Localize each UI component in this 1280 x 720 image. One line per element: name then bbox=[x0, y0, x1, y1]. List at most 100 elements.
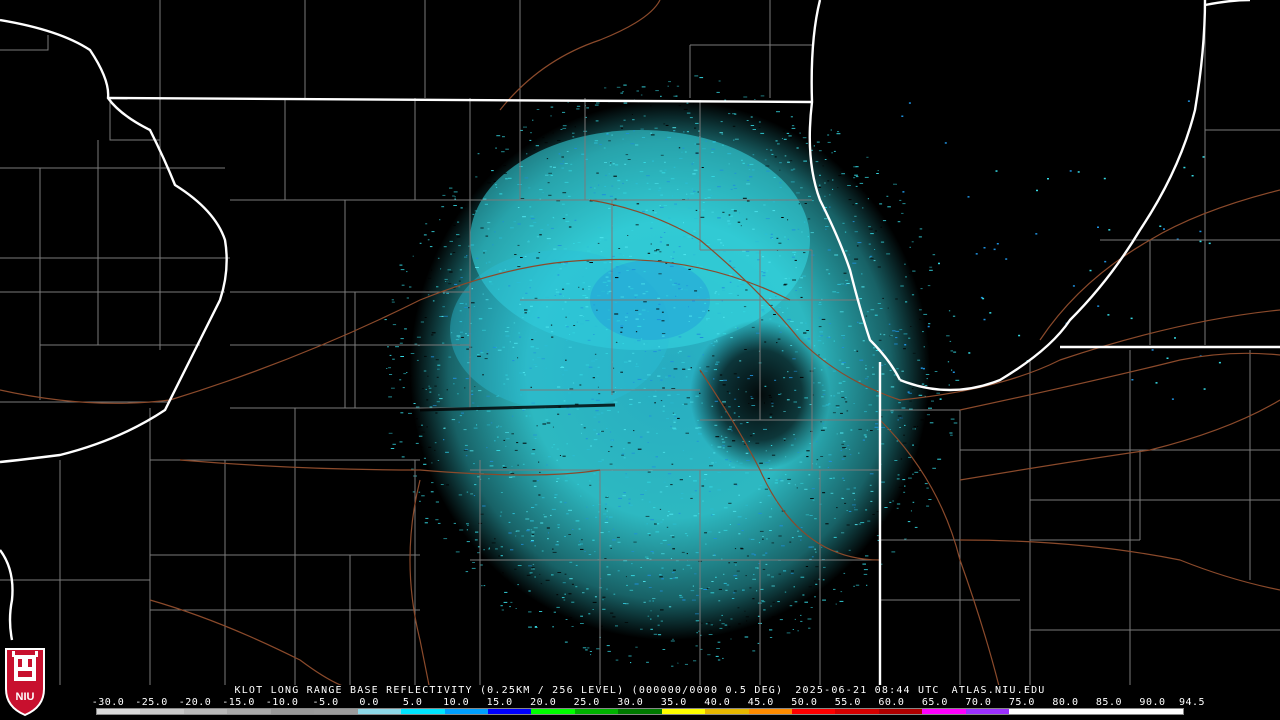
echo-pixel bbox=[576, 108, 580, 110]
echo-pixel bbox=[668, 81, 671, 83]
echo-pixel bbox=[717, 641, 721, 643]
echo-pixel bbox=[660, 194, 663, 196]
colorbar-segment bbox=[618, 709, 662, 714]
echo-pixel bbox=[721, 614, 723, 616]
echo-pixel bbox=[538, 461, 540, 463]
echo-pixel bbox=[733, 483, 738, 485]
echo-pixel bbox=[952, 411, 956, 413]
echo-pixel bbox=[793, 586, 795, 588]
echo-pixel bbox=[857, 321, 859, 323]
echo-pixel bbox=[712, 141, 716, 143]
echo-pixel bbox=[838, 359, 842, 361]
echo-pixel bbox=[520, 198, 525, 199]
echo-pixel bbox=[620, 92, 623, 94]
echo-pixel bbox=[896, 440, 899, 442]
echo-pixel bbox=[430, 491, 434, 493]
echo-pixel bbox=[846, 524, 850, 526]
echo-pixel bbox=[1069, 170, 1072, 172]
echo-pixel bbox=[714, 82, 718, 84]
echo-pixel bbox=[853, 487, 856, 489]
echo-pixel bbox=[866, 376, 869, 378]
echo-pixel bbox=[751, 326, 755, 328]
echo-pixel bbox=[671, 536, 675, 538]
echo-pixel bbox=[671, 463, 674, 465]
echo-pixel bbox=[761, 319, 764, 321]
echo-pixel bbox=[818, 354, 820, 356]
echo-pixel bbox=[646, 523, 648, 525]
echo-pixel bbox=[398, 468, 401, 470]
echo-pixel bbox=[571, 583, 574, 585]
echo-pixel bbox=[500, 492, 503, 493]
echo-pixel bbox=[786, 632, 791, 634]
echo-pixel bbox=[847, 445, 850, 447]
colorbar-segment bbox=[444, 709, 488, 714]
echo-pixel bbox=[543, 516, 547, 518]
echo-pixel bbox=[943, 381, 947, 383]
echo-pixel bbox=[539, 471, 541, 473]
echo-pixel bbox=[606, 645, 610, 647]
echo-pixel bbox=[711, 444, 713, 446]
echo-pixel bbox=[555, 544, 559, 546]
echo-pixel bbox=[565, 475, 568, 477]
echo-pixel bbox=[925, 267, 927, 269]
echo-pixel bbox=[861, 286, 865, 288]
echo-pixel bbox=[580, 307, 584, 309]
echo-pixel bbox=[500, 426, 502, 428]
echo-pixel bbox=[697, 419, 699, 421]
echo-pixel bbox=[514, 568, 517, 570]
echo-pixel bbox=[602, 96, 607, 98]
echo-pixel bbox=[529, 572, 533, 574]
echo-pixel bbox=[727, 153, 732, 155]
echo-pixel bbox=[564, 369, 568, 371]
echo-pixel bbox=[465, 303, 467, 305]
echo-pixel bbox=[881, 427, 885, 428]
echo-pixel bbox=[465, 571, 469, 573]
echo-pixel bbox=[623, 255, 625, 257]
echo-pixel bbox=[722, 289, 726, 291]
echo-pixel bbox=[787, 238, 789, 240]
echo-pixel bbox=[640, 94, 643, 96]
echo-pixel bbox=[896, 478, 900, 480]
echo-pixel bbox=[710, 195, 713, 196]
echo-pixel bbox=[606, 428, 608, 429]
echo-pixel bbox=[628, 286, 631, 288]
echo-pixel bbox=[814, 548, 816, 550]
echo-pixel bbox=[569, 334, 571, 335]
echo-pixel bbox=[920, 367, 923, 369]
echo-pixel bbox=[575, 520, 580, 522]
echo-pixel bbox=[846, 367, 850, 369]
echo-pixel bbox=[771, 542, 775, 544]
echo-pixel bbox=[733, 188, 737, 189]
colorbar-segment bbox=[705, 709, 749, 714]
echo-pixel bbox=[778, 325, 780, 327]
echo-pixel bbox=[438, 394, 440, 396]
echo-pixel bbox=[453, 186, 457, 188]
echo-pixel bbox=[485, 299, 489, 301]
product-caption: KLOT LONG RANGE BASE REFLECTIVITY (0.25K… bbox=[0, 685, 1280, 697]
echo-pixel bbox=[603, 147, 606, 149]
echo-pixel bbox=[561, 366, 564, 368]
echo-pixel bbox=[421, 424, 423, 426]
echo-pixel bbox=[497, 349, 502, 351]
echo-pixel bbox=[532, 449, 536, 451]
echo-pixel bbox=[904, 485, 906, 487]
echo-pixel bbox=[728, 502, 732, 504]
echo-pixel bbox=[890, 335, 893, 337]
echo-pixel bbox=[734, 138, 739, 140]
echo-pixel bbox=[563, 599, 566, 601]
echo-pixel bbox=[528, 611, 532, 613]
echo-pixel bbox=[586, 107, 589, 109]
echo-pixel bbox=[502, 136, 505, 138]
echo-pixel bbox=[702, 148, 706, 150]
echo-pixel bbox=[562, 127, 567, 129]
echo-pixel bbox=[464, 444, 468, 446]
echo-pixel bbox=[628, 360, 632, 362]
echo-pixel bbox=[530, 218, 535, 220]
echo-pixel bbox=[443, 538, 448, 540]
echo-pixel bbox=[664, 161, 666, 163]
echo-pixel bbox=[922, 367, 925, 370]
echo-pixel bbox=[722, 244, 724, 246]
echo-pixel bbox=[1187, 100, 1190, 102]
echo-pixel bbox=[804, 203, 807, 204]
echo-pixel bbox=[723, 316, 725, 318]
